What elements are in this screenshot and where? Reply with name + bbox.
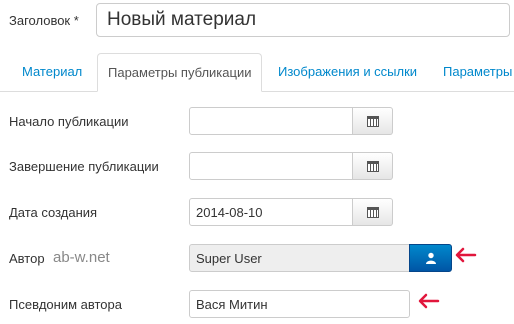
publish-down-input[interactable] (189, 152, 353, 180)
user-icon (425, 252, 436, 264)
publish-down-calendar-button[interactable] (353, 152, 393, 180)
publish-down-label: Завершение публикации (9, 159, 159, 174)
alias-input[interactable]: Вася Митин (189, 290, 410, 318)
created-input[interactable]: 2014-08-10 (189, 198, 353, 226)
tab-options[interactable]: Параметры (433, 53, 514, 91)
publish-up-input[interactable] (189, 107, 353, 135)
title-input[interactable]: Новый материал (96, 3, 510, 37)
alias-label: Псевдоним автора (9, 297, 122, 312)
tab-images-links[interactable]: Изображения и ссылки (268, 53, 427, 91)
tab-publishing-options[interactable]: Параметры публикации (97, 53, 263, 92)
title-label: Заголовок * (9, 13, 79, 28)
select-user-button[interactable] (409, 244, 452, 272)
author-label: Автор (9, 251, 45, 266)
calendar-icon (366, 115, 379, 127)
tab-material[interactable]: Материал (12, 53, 92, 91)
created-calendar-button[interactable] (353, 198, 393, 226)
watermark-text: ab-w.net (53, 249, 110, 266)
annotation-arrow-icon (418, 293, 440, 309)
publish-up-label: Начало публикации (9, 114, 129, 129)
calendar-icon (366, 160, 379, 172)
publish-up-calendar-button[interactable] (353, 107, 393, 135)
author-input: Super User (189, 244, 410, 272)
annotation-arrow-icon (455, 247, 477, 263)
created-label: Дата создания (9, 205, 98, 220)
calendar-icon (366, 206, 379, 218)
